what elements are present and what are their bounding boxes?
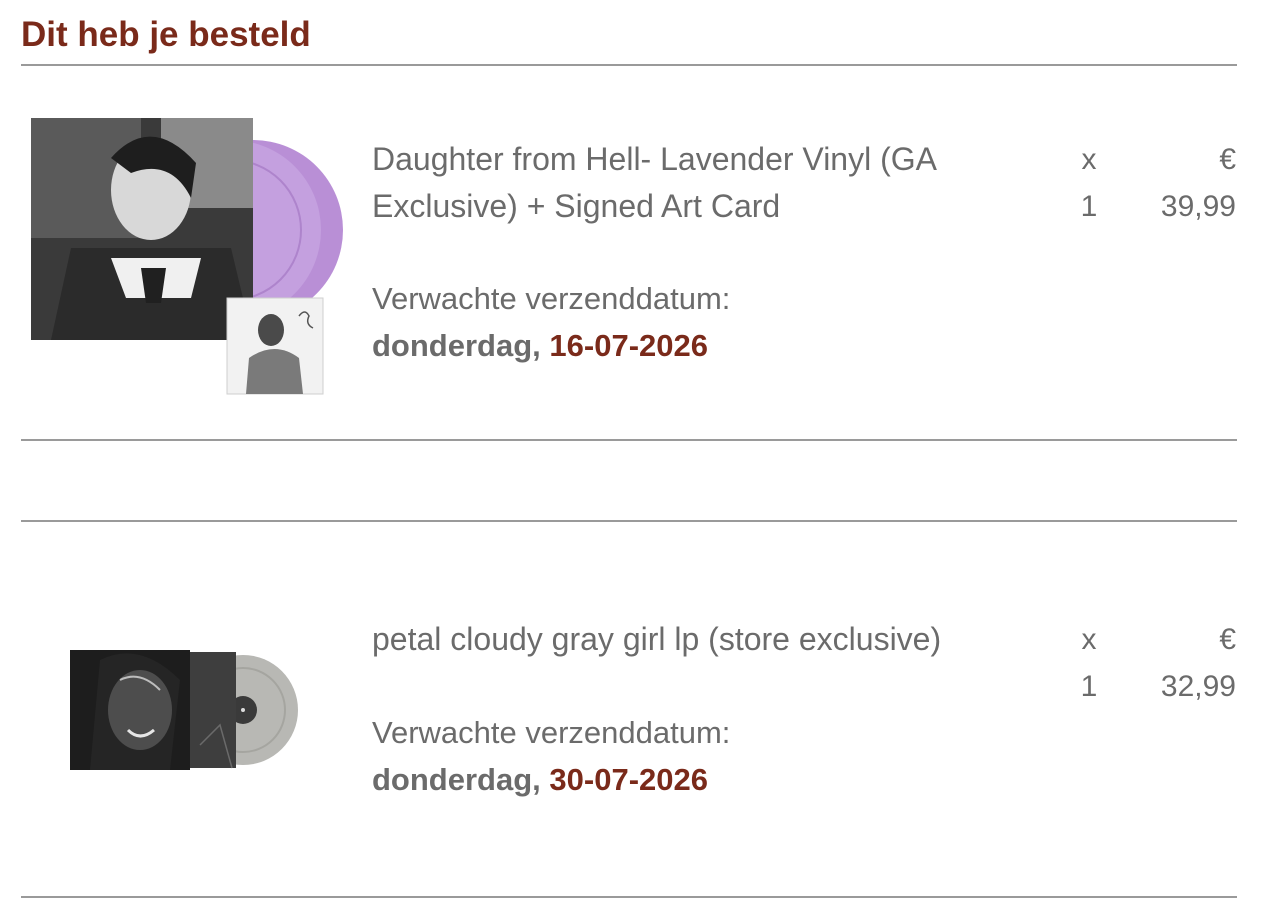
divider bbox=[21, 520, 1237, 522]
divider bbox=[21, 64, 1237, 66]
shipping-date: donderdag, 30-07-2026 bbox=[372, 760, 708, 800]
product-image-gray-vinyl[interactable] bbox=[70, 650, 300, 770]
product-image-lavender-vinyl[interactable] bbox=[31, 118, 343, 396]
shipping-date-label: Verwachte verzenddatum: bbox=[372, 281, 731, 316]
shipping-date-value: 16-07-2026 bbox=[549, 328, 708, 363]
shipping-date: donderdag, 16-07-2026 bbox=[372, 326, 708, 366]
divider bbox=[21, 896, 1237, 898]
shipping-day: donderdag, bbox=[372, 762, 541, 797]
currency-symbol: € bbox=[1219, 623, 1236, 656]
shipping-day: donderdag, bbox=[372, 328, 541, 363]
shipping-date-value: 30-07-2026 bbox=[549, 762, 708, 797]
shipping-date-label: Verwachte verzenddatum: bbox=[372, 715, 731, 750]
price-value: 32,99 bbox=[1160, 670, 1236, 703]
divider bbox=[21, 439, 1237, 441]
currency-symbol: € bbox=[1219, 143, 1236, 176]
product-title[interactable]: Daughter from Hell- Lavender Vinyl (GA E… bbox=[372, 136, 1012, 230]
price-value: 39,99 bbox=[1160, 190, 1236, 223]
product-title[interactable]: petal cloudy gray girl lp (store exclusi… bbox=[372, 616, 1012, 663]
order-summary-heading: Dit heb je besteld bbox=[21, 15, 311, 54]
